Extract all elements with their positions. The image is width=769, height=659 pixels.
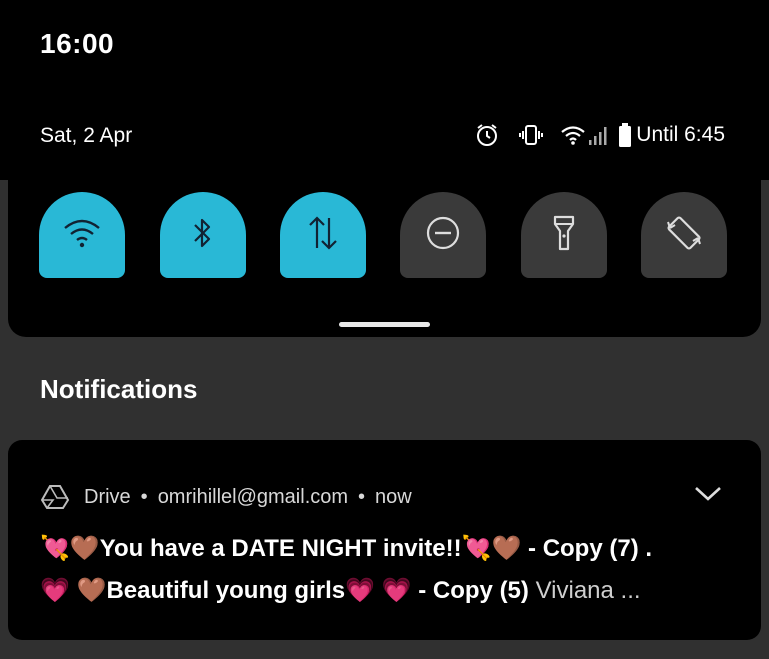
- battery-icon: [618, 122, 632, 148]
- wifi-tile[interactable]: [39, 192, 125, 278]
- drive-icon: [40, 484, 70, 510]
- signal-icon: [588, 124, 610, 146]
- status-icons: Until 6:45: [474, 122, 725, 148]
- alarm-icon: [474, 122, 500, 148]
- wifi-icon: [62, 216, 102, 255]
- notification-time: now: [375, 485, 412, 508]
- quick-settings-tiles: [0, 192, 769, 278]
- mobile-data-tile[interactable]: [280, 192, 366, 278]
- auto-rotate-tile[interactable]: [641, 192, 727, 278]
- emoji-hearts: 💘🤎: [40, 535, 100, 562]
- notification-account: omrihillel@gmail.com: [157, 485, 349, 508]
- emoji-hearts: 💗 💗: [345, 577, 412, 604]
- notification-title-suffix: - Copy (7) .: [528, 535, 653, 562]
- notification-card[interactable]: Drive • omrihillel@gmail.com • now 💘🤎You…: [8, 440, 761, 640]
- notification-body-suffix: - Copy (5): [418, 577, 529, 604]
- flashlight-icon: [552, 214, 576, 257]
- rotate-icon: [665, 214, 703, 257]
- notification-body-text: Viviana ...: [535, 577, 641, 604]
- emoji-hearts: 💘🤎: [461, 535, 522, 562]
- notification-title: You have a DATE NIGHT invite!!: [99, 535, 462, 562]
- notifications-heading: Notifications: [40, 374, 198, 404]
- notification-app-name: Drive: [84, 485, 131, 508]
- quick-settings-panel: [8, 0, 761, 337]
- dnd-icon: [425, 215, 461, 256]
- notification-body-line: 💗 🤎Beautiful young girls💗 💗 - Copy (5) V…: [40, 576, 730, 605]
- data-arrows-icon: [306, 214, 340, 257]
- emoji-hearts: 💗 🤎: [40, 577, 107, 604]
- notification-header: Drive • omrihillel@gmail.com • now: [40, 484, 412, 510]
- date: Sat, 2 Apr: [40, 124, 133, 147]
- wifi-icon: [560, 123, 586, 147]
- notification-body-title: Beautiful young girls: [106, 577, 346, 604]
- clock: 16:00: [40, 28, 115, 59]
- bluetooth-tile[interactable]: [160, 192, 246, 278]
- vibrate-icon: [518, 122, 544, 148]
- battery-estimate: Until 6:45: [636, 123, 725, 146]
- notification-title-line: 💘🤎You have a DATE NIGHT invite!!💘🤎 - Cop…: [40, 534, 730, 563]
- bluetooth-icon: [191, 215, 215, 256]
- panel-drag-handle[interactable]: [339, 322, 430, 327]
- do-not-disturb-tile[interactable]: [400, 192, 486, 278]
- expand-chevron-icon[interactable]: [693, 484, 723, 509]
- flashlight-tile[interactable]: [521, 192, 607, 278]
